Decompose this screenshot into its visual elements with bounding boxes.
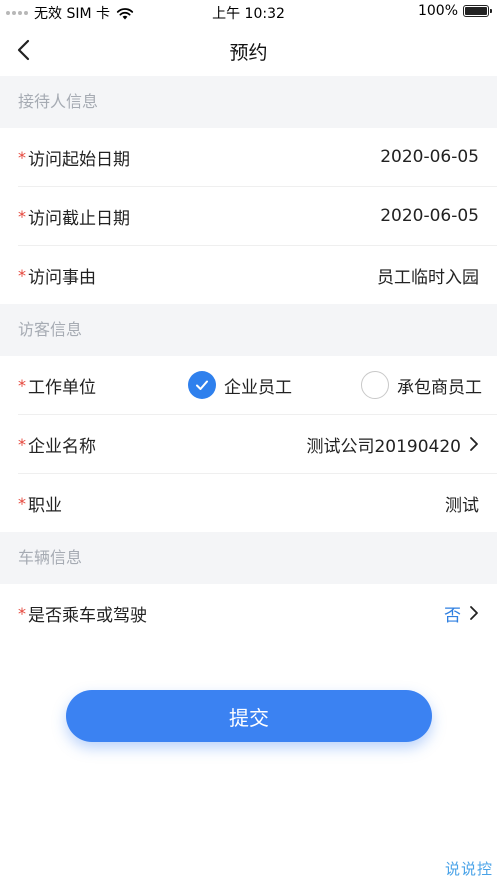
company-label: * 企业名称 <box>18 432 96 457</box>
start-date-label: * 访问起始日期 <box>18 145 130 170</box>
reason-value: 员工临时入园 <box>377 267 479 288</box>
section-header-visitor: 访客信息 <box>0 304 497 356</box>
required-mark: * <box>18 206 26 226</box>
radio-contractor-employee-label: 承包商员工 <box>397 377 482 398</box>
radio-enterprise-employee-label: 企业员工 <box>224 377 292 398</box>
row-job[interactable]: * 职业 测试 <box>0 474 497 532</box>
status-right: 100% <box>417 3 492 19</box>
nav-bar: 预约 <box>0 24 497 76</box>
row-visit-reason[interactable]: * 访问事由 员工临时入园 <box>0 246 497 304</box>
page-title: 预约 <box>229 42 268 64</box>
radio-empty-icon <box>361 371 389 399</box>
company-value: 测试公司20190420 <box>306 436 461 457</box>
company-value-wrap: 测试公司20190420 <box>306 432 479 457</box>
end-date-value: 2020-06-05 <box>380 206 479 226</box>
job-value: 测试 <box>445 495 479 516</box>
driving-value: 否 <box>444 605 461 626</box>
battery-percent: 100% <box>417 3 458 19</box>
status-bar: 无效 SIM 卡 上午 10:32 100% <box>0 0 497 24</box>
radio-enterprise-employee[interactable]: 企业员工 <box>188 371 292 399</box>
required-mark: * <box>18 265 26 285</box>
row-driving[interactable]: * 是否乘车或驾驶 否 <box>0 584 497 642</box>
reason-label-text: 访问事由 <box>28 267 96 288</box>
required-mark: * <box>18 375 26 395</box>
driving-value-wrap: 否 <box>444 601 479 626</box>
row-start-date[interactable]: * 访问起始日期 2020-06-05 <box>0 128 497 186</box>
check-icon <box>188 371 216 399</box>
row-company-name[interactable]: * 企业名称 测试公司20190420 <box>0 415 497 473</box>
battery-fill <box>465 7 487 15</box>
end-date-label-text: 访问截止日期 <box>28 208 130 229</box>
required-mark: * <box>18 603 26 623</box>
work-unit-label-text: 工作单位 <box>28 377 96 398</box>
section-header-receptionist: 接待人信息 <box>0 76 497 128</box>
required-mark: * <box>18 147 26 167</box>
work-unit-label: * 工作单位 <box>18 373 96 398</box>
chevron-right-icon <box>470 606 478 620</box>
driving-label-text: 是否乘车或驾驶 <box>28 605 147 626</box>
radio-contractor-employee[interactable]: 承包商员工 <box>361 371 482 399</box>
watermark: 说说控 <box>444 860 493 878</box>
end-date-label: * 访问截止日期 <box>18 204 130 229</box>
row-end-date[interactable]: * 访问截止日期 2020-06-05 <box>0 187 497 245</box>
job-label-text: 职业 <box>28 495 62 516</box>
submit-button[interactable]: 提交 <box>66 690 432 742</box>
job-label: * 职业 <box>18 491 62 516</box>
start-date-value: 2020-06-05 <box>380 147 479 167</box>
chevron-right-icon <box>470 437 478 451</box>
reason-label: * 访问事由 <box>18 263 96 288</box>
start-date-label-text: 访问起始日期 <box>28 149 130 170</box>
required-mark: * <box>18 434 26 454</box>
company-label-text: 企业名称 <box>28 436 96 457</box>
battery-icon <box>463 5 492 17</box>
section-header-vehicle: 车辆信息 <box>0 532 497 584</box>
row-work-unit: * 工作单位 企业员工 承包商员工 <box>0 356 497 414</box>
driving-label: * 是否乘车或驾驶 <box>18 601 147 626</box>
required-mark: * <box>18 493 26 513</box>
